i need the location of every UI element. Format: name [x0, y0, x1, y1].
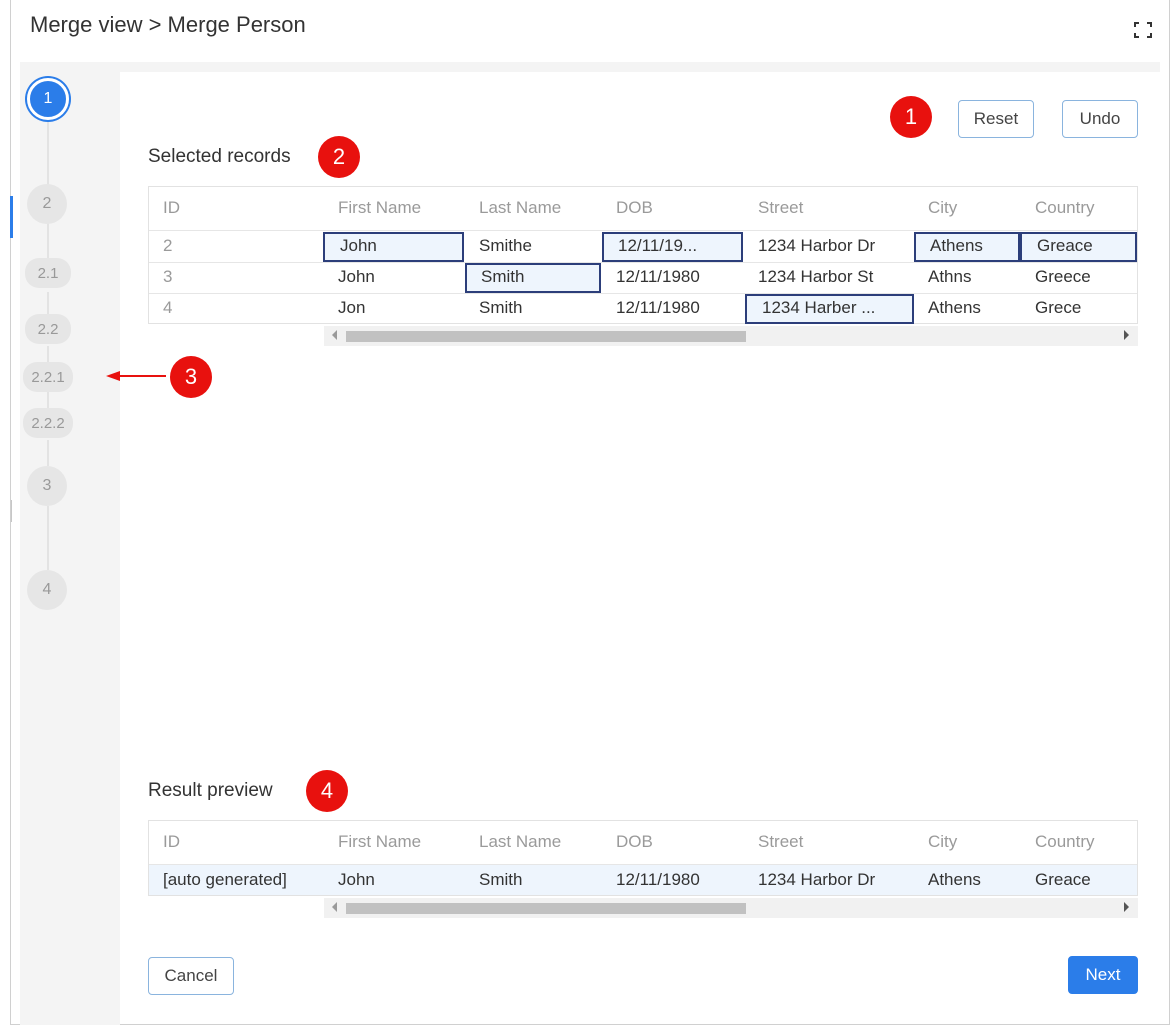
cell-id: 2 [163, 236, 173, 255]
column-header-dob[interactable]: DOB [616, 187, 653, 229]
cell-last-name[interactable]: Smith [479, 293, 522, 323]
column-header-city[interactable]: City [928, 821, 957, 863]
cell-street[interactable]: 1234 Harbor Dr [758, 865, 875, 895]
step-2-2[interactable]: 2.2 [25, 314, 71, 344]
cell-first-name[interactable]: John [338, 262, 375, 292]
content-top-band [20, 62, 1160, 72]
cell-street[interactable]: 1234 Harbor St [758, 262, 873, 292]
step-1[interactable]: 1 [27, 78, 69, 120]
stepper-line [47, 440, 49, 466]
column-header-first-name[interactable]: First Name [338, 187, 421, 229]
reset-button[interactable]: Reset [958, 100, 1034, 138]
cell-country[interactable]: Greace [1035, 865, 1091, 895]
cell-id: [auto generated] [163, 870, 287, 889]
active-section-marker [10, 196, 13, 238]
cell-last-name[interactable]: Smith [481, 262, 524, 292]
callout-arrow-head [106, 371, 120, 381]
cell-city[interactable]: Athns [928, 262, 971, 292]
undo-button[interactable]: Undo [1062, 100, 1138, 138]
stepper-line [47, 392, 49, 408]
column-header-city[interactable]: City [928, 187, 957, 229]
cell-country[interactable]: Greece [1035, 262, 1091, 292]
stepper-line [47, 506, 49, 570]
scroll-right-icon[interactable] [1124, 330, 1129, 340]
cell-dob[interactable]: 12/11/1980 [616, 865, 700, 895]
cancel-button[interactable]: Cancel [148, 957, 234, 995]
scroll-left-icon[interactable] [332, 902, 337, 912]
result-preview-title: Result preview [148, 780, 273, 801]
cell-city[interactable]: Athens [928, 293, 981, 323]
cell-id: 4 [163, 298, 173, 317]
result-preview-table: ID First Name Last Name DOB Street City … [148, 820, 1138, 896]
table-row[interactable]: 2 John Smithe 12/11/19... 1234 Harbor Dr… [149, 231, 1137, 261]
horizontal-scrollbar[interactable] [324, 326, 1138, 346]
cell-dob[interactable]: 12/11/1980 [616, 262, 700, 292]
cell-country[interactable]: Greace [1037, 231, 1093, 261]
stepper-line [47, 120, 49, 186]
scroll-thumb[interactable] [346, 903, 746, 914]
step-2[interactable]: 2 [27, 184, 67, 224]
step-2-2-1[interactable]: 2.2.1 [23, 362, 73, 392]
step-2-1[interactable]: 2.1 [25, 258, 71, 288]
column-header-street[interactable]: Street [758, 187, 803, 229]
resize-handle[interactable] [11, 500, 12, 522]
cell-first-name[interactable]: John [340, 231, 377, 261]
table-header-row: ID First Name Last Name DOB Street City … [149, 187, 1137, 217]
table-row[interactable]: 3 John Smith 12/11/1980 1234 Harbor St A… [149, 262, 1137, 292]
column-header-last-name[interactable]: Last Name [479, 187, 561, 229]
column-header-dob[interactable]: DOB [616, 821, 653, 863]
callout-badge-1: 1 [890, 96, 932, 138]
callout-badge-2: 2 [318, 136, 360, 178]
column-header-street[interactable]: Street [758, 821, 803, 863]
selected-records-title: Selected records [148, 146, 291, 167]
table-header-row: ID First Name Last Name DOB Street City … [149, 821, 1137, 851]
horizontal-scrollbar[interactable] [324, 898, 1138, 918]
step-2-2-2[interactable]: 2.2.2 [23, 408, 73, 438]
cell-last-name[interactable]: Smith [479, 865, 522, 895]
cell-first-name[interactable]: John [338, 865, 375, 895]
page-title: Merge view > Merge Person [30, 12, 306, 37]
scroll-thumb[interactable] [346, 331, 746, 342]
expand-icon[interactable] [1134, 22, 1152, 38]
column-header-country[interactable]: Country [1035, 821, 1095, 863]
stepper-line [47, 292, 49, 316]
cell-city[interactable]: Athens [928, 865, 981, 895]
cell-country[interactable]: Grece [1035, 293, 1081, 323]
cell-id: 3 [163, 267, 173, 286]
cell-first-name[interactable]: Jon [338, 293, 365, 323]
column-header-id[interactable]: ID [163, 187, 180, 229]
cell-dob[interactable]: 12/11/19... [618, 231, 697, 261]
selected-records-table: ID First Name Last Name DOB Street City … [148, 186, 1138, 324]
step-3[interactable]: 3 [27, 466, 67, 506]
column-header-last-name[interactable]: Last Name [479, 821, 561, 863]
scroll-left-icon[interactable] [332, 330, 337, 340]
scroll-right-icon[interactable] [1124, 902, 1129, 912]
cell-city[interactable]: Athens [930, 231, 983, 261]
table-row[interactable]: 4 Jon Smith 12/11/1980 1234 Harber ... A… [149, 293, 1137, 323]
cell-last-name[interactable]: Smithe [479, 231, 532, 261]
column-header-id[interactable]: ID [163, 821, 180, 863]
table-row[interactable]: [auto generated] John Smith 12/11/1980 1… [149, 865, 1137, 895]
cell-street[interactable]: 1234 Harbor Dr [758, 231, 875, 261]
cell-street[interactable]: 1234 Harber ... [762, 293, 875, 323]
step-4[interactable]: 4 [27, 570, 67, 610]
column-header-country[interactable]: Country [1035, 187, 1095, 229]
callout-badge-4: 4 [306, 770, 348, 812]
callout-badge-3: 3 [170, 356, 212, 398]
stepper-line [47, 222, 49, 260]
callout-arrow [118, 375, 166, 377]
cell-dob[interactable]: 12/11/1980 [616, 293, 700, 323]
column-header-first-name[interactable]: First Name [338, 821, 421, 863]
next-button[interactable]: Next [1068, 956, 1138, 994]
